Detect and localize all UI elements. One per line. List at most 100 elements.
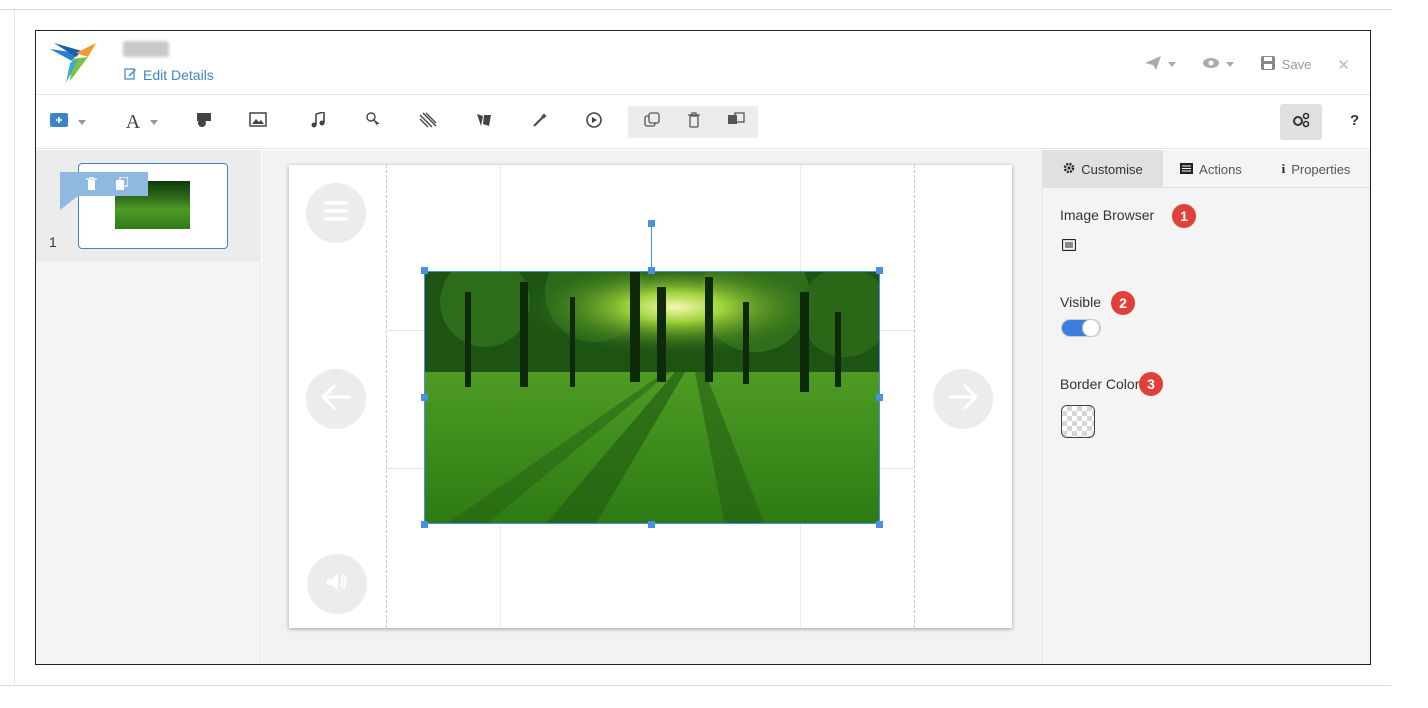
- callout-badge: 2: [1111, 291, 1135, 315]
- rotation-handle[interactable]: [648, 220, 655, 227]
- guide-line: [914, 165, 915, 628]
- project-name-blurred: [123, 41, 169, 57]
- edit-details-link[interactable]: Edit Details: [124, 67, 214, 83]
- magic-wand-icon: [532, 112, 548, 133]
- toggle-knob: [1082, 319, 1100, 337]
- paper-plane-icon: [1144, 55, 1162, 74]
- settings-button[interactable]: [1280, 104, 1322, 140]
- visible-label: Visible: [1060, 294, 1101, 310]
- delete-button[interactable]: [682, 110, 706, 134]
- left-divider: [14, 10, 15, 685]
- info-icon: i: [1281, 161, 1286, 176]
- gears-icon: [1291, 112, 1311, 133]
- duplicate-icon[interactable]: [116, 176, 129, 195]
- tab-label: Actions: [1199, 161, 1242, 177]
- chevron-down-icon: [78, 119, 86, 125]
- save-button[interactable]: Save: [1260, 55, 1312, 74]
- hand-cards-icon: [475, 112, 493, 133]
- duplicate-icon: [644, 111, 660, 133]
- border-color-swatch[interactable]: [1061, 405, 1095, 438]
- resize-handle[interactable]: [421, 394, 428, 401]
- tab-properties[interactable]: i Properties: [1259, 150, 1370, 188]
- canvas-area: [262, 150, 1042, 664]
- border-color-label: Border Color: [1060, 376, 1140, 392]
- trash-icon: [687, 111, 701, 133]
- interaction-tool[interactable]: [472, 110, 496, 134]
- music-note-icon: [311, 110, 325, 133]
- tab-label: Customise: [1081, 161, 1143, 177]
- slide-number: 1: [49, 234, 57, 250]
- help-button[interactable]: ?: [1350, 112, 1359, 129]
- image-browser-label: Image Browser: [1060, 207, 1155, 223]
- chevron-down-icon: [1167, 62, 1176, 67]
- callout-badge: 1: [1172, 204, 1196, 228]
- edit-details-label: Edit Details: [143, 67, 214, 83]
- save-label: Save: [1281, 57, 1312, 72]
- animation-tool[interactable]: [416, 110, 440, 134]
- properties-panel: Customise Actions i Properties Image Bro…: [1042, 150, 1370, 664]
- publish-dropdown[interactable]: [1144, 55, 1176, 74]
- tab-actions[interactable]: Actions: [1163, 150, 1259, 188]
- floppy-disk-icon: [1260, 55, 1276, 74]
- menu-button[interactable]: [306, 183, 366, 243]
- forest-image-element[interactable]: [424, 271, 880, 524]
- resize-handle[interactable]: [421, 521, 428, 528]
- properties-tabs: Customise Actions i Properties: [1043, 150, 1370, 188]
- play-circle-icon: [586, 111, 602, 133]
- add-slide-icon: [50, 112, 68, 132]
- audio-tool[interactable]: [306, 110, 330, 134]
- browse-list-icon: [1061, 238, 1077, 252]
- trash-icon[interactable]: [86, 176, 97, 195]
- add-slide-dropdown[interactable]: [48, 110, 88, 134]
- resize-handle[interactable]: [876, 521, 883, 528]
- text-tool-dropdown[interactable]: A: [122, 110, 162, 134]
- visible-toggle[interactable]: [1061, 319, 1101, 337]
- resize-handle[interactable]: [876, 267, 883, 274]
- video-tool[interactable]: [582, 110, 606, 134]
- eye-icon: [1202, 57, 1220, 72]
- audio-button[interactable]: [307, 554, 367, 614]
- gear-icon: [1063, 162, 1075, 177]
- header-actions: Save ✕: [1130, 55, 1350, 74]
- layers-icon: [727, 111, 745, 133]
- arrange-button[interactable]: [724, 110, 748, 134]
- animation-icon: [419, 112, 437, 133]
- speaker-icon: [325, 572, 349, 597]
- edit-icon: [124, 67, 137, 83]
- callout-badge: 3: [1139, 372, 1163, 396]
- header-bar: Edit Details Save ✕: [36, 31, 1370, 95]
- close-icon[interactable]: ✕: [1337, 56, 1350, 74]
- forest-photo: [425, 272, 879, 523]
- effects-tool[interactable]: [528, 110, 552, 134]
- preview-dropdown[interactable]: [1202, 57, 1234, 72]
- slide-list-item[interactable]: 1: [36, 150, 261, 262]
- toolbar: A ?: [36, 96, 1370, 149]
- hummingbird-logo-icon: [48, 39, 100, 85]
- image-browser-button[interactable]: [1061, 238, 1077, 256]
- text-tool-icon: A: [125, 110, 141, 133]
- resize-handle[interactable]: [648, 267, 655, 274]
- shapes-icon: [196, 112, 212, 133]
- hamburger-menu-icon: [323, 200, 349, 227]
- previous-button[interactable]: [306, 369, 366, 429]
- duplicate-button[interactable]: [640, 110, 664, 134]
- rotation-handle-line: [651, 223, 652, 271]
- hotspot-tool[interactable]: [362, 110, 386, 134]
- resize-handle[interactable]: [648, 521, 655, 528]
- slide-stage: [289, 165, 1012, 628]
- resize-handle[interactable]: [876, 394, 883, 401]
- editor-window: Edit Details Save ✕ A ? 1 Customise Acti…: [35, 30, 1371, 665]
- arrow-left-icon: [320, 384, 351, 415]
- tab-label: Properties: [1291, 161, 1351, 177]
- chevron-down-icon: [150, 119, 159, 125]
- slide-list-panel: 1: [36, 150, 261, 664]
- chevron-down-icon: [1225, 62, 1234, 67]
- resize-handle[interactable]: [421, 267, 428, 274]
- next-button[interactable]: [933, 369, 993, 429]
- image-tool[interactable]: [246, 110, 270, 134]
- top-divider: [0, 9, 1392, 10]
- pointer-icon: [366, 111, 382, 133]
- image-icon: [249, 112, 267, 132]
- shapes-tool[interactable]: [192, 110, 216, 134]
- tab-customise[interactable]: Customise: [1043, 150, 1163, 188]
